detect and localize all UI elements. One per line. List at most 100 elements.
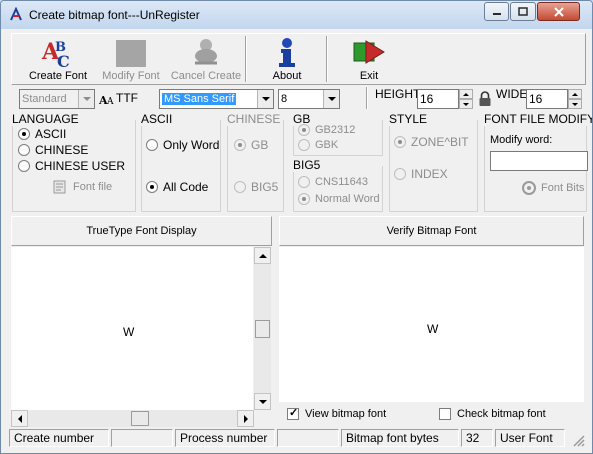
scroll-thumb[interactable]: [255, 320, 270, 338]
height-spinner[interactable]: 16: [417, 89, 473, 109]
modify-word-input[interactable]: [490, 151, 588, 171]
truetype-vertical-scrollbar[interactable]: [254, 247, 271, 410]
gb-gb2312-radio[interactable]: GB2312: [298, 124, 355, 136]
truetype-horizontal-scrollbar[interactable]: [11, 410, 254, 427]
scroll-up-icon[interactable]: [254, 247, 271, 264]
chevron-down-icon: [78, 90, 94, 108]
truetype-display-area: W: [11, 247, 253, 410]
close-button[interactable]: [537, 2, 580, 21]
font-bits-button[interactable]: Font Bits: [521, 180, 584, 196]
radio-label: CNS11643: [315, 176, 368, 188]
style-index-radio[interactable]: INDEX: [394, 167, 448, 181]
lock-icon[interactable]: [478, 91, 492, 107]
gb-group: GB GB2312 GBK: [293, 112, 383, 156]
style-select-value: Standard: [22, 93, 67, 105]
app-window: Create bitmap font---UnRegister A B C Cr…: [0, 0, 593, 454]
style-group-title: STYLE: [389, 112, 430, 126]
wide-input[interactable]: 16: [526, 89, 568, 109]
style-group: STYLE ZONE^BIT INDEX: [389, 112, 478, 212]
height-input[interactable]: 16: [417, 89, 459, 109]
radio-label: CHINESE: [35, 143, 89, 157]
ascii-all-code-radio[interactable]: All Code: [146, 180, 208, 194]
style-zonebit-radio[interactable]: ZONE^BIT: [394, 135, 469, 149]
chinese-gb-radio[interactable]: GB: [234, 138, 268, 152]
modify-font-label: Modify Font: [102, 70, 160, 82]
scroll-left-icon[interactable]: [11, 410, 28, 427]
svg-text:C: C: [57, 52, 70, 69]
radio-label: GBK: [315, 139, 339, 151]
bitmap-font-bytes-value: 32: [461, 429, 493, 447]
svg-text:A: A: [106, 97, 114, 106]
create-font-button[interactable]: A B C Create Font: [18, 34, 98, 84]
check-bitmap-font-checkbox[interactable]: Check bitmap font: [439, 408, 546, 420]
maximize-button[interactable]: [510, 2, 536, 21]
language-chinese-radio[interactable]: CHINESE: [18, 143, 88, 157]
radio-label: ASCII: [35, 127, 67, 141]
radio-label: GB: [251, 138, 269, 152]
exit-button[interactable]: Exit: [338, 34, 400, 84]
ascii-only-word-radio[interactable]: Only Word: [146, 138, 219, 152]
about-icon: [279, 38, 295, 67]
font-name-value: MS Sans Serif: [162, 93, 237, 105]
radio-label: All Code: [163, 180, 209, 194]
big5-normal-word-radio[interactable]: Normal Word: [298, 193, 380, 205]
font-name-select[interactable]: MS Sans Serif: [159, 89, 274, 109]
about-button[interactable]: About: [256, 34, 318, 84]
checkbox-label: Check bitmap font: [457, 408, 546, 420]
font-bits-icon: [522, 181, 536, 195]
radio-label: CHINESE USER: [35, 159, 126, 173]
process-number-value: [277, 429, 339, 447]
radio-label: ZONE^BIT: [411, 135, 469, 149]
app-icon: [10, 7, 22, 21]
gb-gbk-radio[interactable]: GBK: [298, 139, 338, 151]
view-bitmap-font-checkbox[interactable]: View bitmap font: [287, 406, 386, 420]
scroll-right-icon[interactable]: [237, 410, 254, 427]
radio-label: INDEX: [411, 167, 448, 181]
style-select[interactable]: Standard: [19, 89, 95, 109]
maximize-icon: [518, 6, 528, 16]
cancel-create-icon: [195, 39, 217, 65]
title-bar: Create bitmap font---UnRegister: [1, 1, 592, 29]
exit-icon: [353, 40, 385, 64]
verify-bitmap-area: W: [279, 247, 584, 402]
ascii-group-title: ASCII: [141, 112, 175, 126]
truetype-glyph: W: [123, 325, 135, 339]
font-size-select[interactable]: 8: [278, 89, 340, 109]
create-font-label: Create Font: [28, 70, 88, 82]
spin-up-icon[interactable]: [568, 89, 582, 99]
font-file-modify-group: FONT FILE MODIFY Modify word: Font Bits: [484, 112, 592, 212]
language-chinese-user-radio[interactable]: CHINESE USER: [18, 159, 125, 173]
chinese-group-title: CHINESE: [227, 112, 283, 126]
user-font-label: User Font: [495, 429, 565, 447]
toolbar-separator: [326, 36, 328, 82]
create-font-icon: A B C: [41, 39, 70, 69]
language-ascii-radio[interactable]: ASCII: [18, 127, 66, 141]
font-file-modify-title: FONT FILE MODIFY: [484, 112, 592, 126]
spin-up-icon[interactable]: [459, 89, 473, 99]
font-file-icon: [53, 180, 66, 194]
about-label: About: [272, 70, 302, 82]
wide-spinner[interactable]: 16: [526, 89, 582, 109]
big5-cns11643-radio[interactable]: CNS11643: [298, 176, 368, 188]
font-file-button[interactable]: Font file: [53, 180, 112, 194]
process-number-label: Process number: [175, 429, 275, 447]
modify-font-button[interactable]: Modify Font: [100, 34, 162, 84]
big5-group-title: BIG5: [293, 158, 323, 172]
spin-down-icon[interactable]: [459, 99, 473, 109]
resize-grip-icon[interactable]: [571, 433, 585, 447]
truetype-display-header: TrueType Font Display: [11, 216, 272, 246]
cancel-create-button[interactable]: Cancel Create: [168, 34, 244, 84]
minimize-button[interactable]: [484, 2, 509, 21]
scroll-down-icon[interactable]: [254, 393, 271, 410]
ttf-label: TTF: [116, 91, 138, 105]
font-size-value: 8: [281, 93, 288, 105]
spin-down-icon[interactable]: [568, 99, 582, 109]
radio-label: Normal Word: [315, 193, 380, 205]
scroll-thumb[interactable]: [131, 411, 149, 426]
main-toolbar: A B C Create Font Modify Font Cancel Cre…: [11, 33, 586, 85]
big5-group: BIG5 CNS11643 Normal Word: [293, 158, 383, 212]
radio-label: BIG5: [251, 180, 279, 194]
option-separator: [366, 87, 368, 109]
chinese-big5-radio[interactable]: BIG5: [234, 180, 278, 194]
minimize-icon: [492, 12, 501, 15]
